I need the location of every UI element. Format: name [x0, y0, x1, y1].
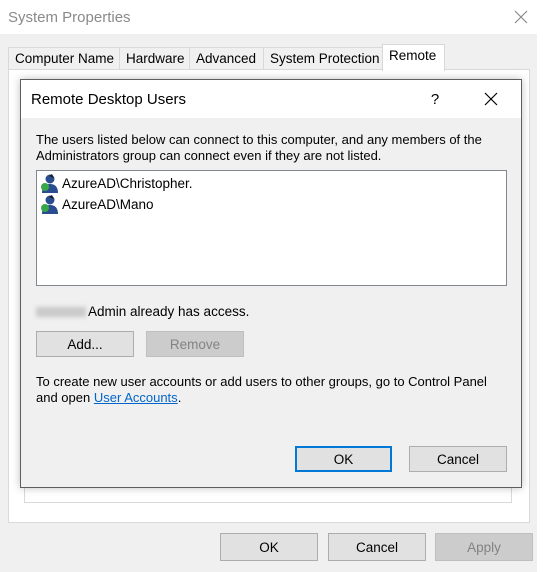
help-icon[interactable]: ? — [421, 86, 449, 112]
cancel-button[interactable]: Cancel — [328, 533, 426, 561]
list-item[interactable]: AzureAD\Mano — [39, 193, 154, 215]
ok-button[interactable]: OK — [220, 533, 318, 561]
list-item[interactable]: AzureAD\Christopher. — [39, 172, 193, 194]
dialog-titlebar: Remote Desktop Users ? — [21, 80, 521, 118]
window-title: System Properties — [8, 9, 131, 26]
tab-advanced[interactable]: Advanced — [189, 47, 264, 70]
add-user-button[interactable]: Add... — [36, 331, 134, 357]
remote-desktop-users-dialog: Remote Desktop Users ? The users listed … — [20, 79, 522, 488]
access-note: Admin already has access. — [36, 304, 249, 319]
dialog-title: Remote Desktop Users — [31, 91, 187, 108]
background-window-edge — [537, 0, 545, 572]
tab-hardware[interactable]: Hardware — [119, 47, 190, 70]
tab-computer-name[interactable]: Computer Name — [8, 47, 120, 70]
user-icon — [41, 174, 58, 193]
remove-user-button[interactable]: Remove — [146, 331, 244, 357]
dialog-footer-text: To create new user accounts or add users… — [36, 374, 487, 405]
dialog-description: The users listed below can connect to th… — [36, 132, 482, 163]
user-list[interactable]: AzureAD\Christopher. AzureAD\Mano — [36, 170, 507, 286]
system-properties-titlebar: System Properties — [0, 0, 545, 34]
tab-remote[interactable]: Remote — [382, 44, 445, 71]
user-name: AzureAD\Mano — [62, 196, 154, 212]
tab-system-protection[interactable]: System Protection — [263, 47, 384, 70]
close-icon[interactable] — [506, 4, 536, 30]
user-name: AzureAD\Christopher. — [62, 175, 193, 191]
apply-button[interactable]: Apply — [435, 533, 533, 561]
redacted-text — [36, 307, 86, 318]
user-accounts-link[interactable]: User Accounts — [94, 390, 178, 405]
dialog-cancel-button[interactable]: Cancel — [409, 446, 507, 472]
user-icon — [41, 195, 58, 214]
dialog-ok-button[interactable]: OK — [295, 446, 392, 472]
close-icon[interactable] — [476, 86, 506, 112]
